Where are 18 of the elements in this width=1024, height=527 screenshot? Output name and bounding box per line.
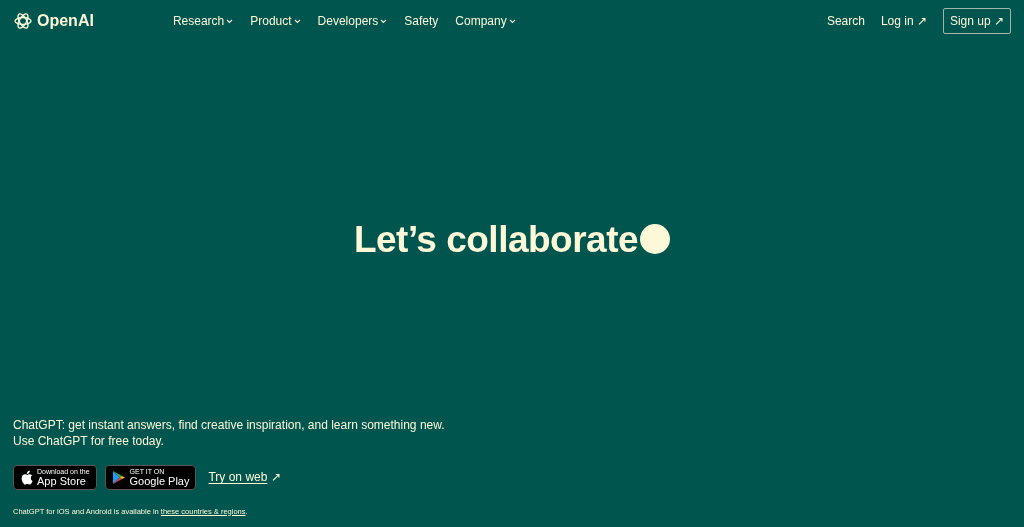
search-link[interactable]: Search (826, 12, 865, 30)
nav-link[interactable]: Company (455, 12, 516, 30)
intro-text: ChatGPT: get instant answers, find creative inspiration, and learn something new. (13, 416, 446, 433)
nav-link[interactable]: Developers (317, 12, 388, 30)
hero-title: Let’s collaborate (353, 220, 639, 258)
nav-link[interactable]: Safety (404, 12, 439, 30)
play-icon (111, 469, 126, 485)
logo-text[interactable]: OpenAI (37, 9, 94, 33)
apple-icon (20, 469, 33, 485)
dot-icon (640, 224, 671, 255)
intro-text: Use ChatGPT for free today. (13, 432, 165, 449)
login-link[interactable]: Log in ↗ (880, 12, 927, 30)
logo-icon (13, 11, 33, 31)
nav-link[interactable]: Product (250, 12, 301, 30)
arrow-icon: ↗ (271, 468, 282, 487)
nav-link[interactable]: Research (172, 12, 234, 30)
signup-button[interactable]: Sign up ↗ (942, 8, 1011, 34)
try-on-web-link[interactable]: Try on web (208, 468, 268, 487)
